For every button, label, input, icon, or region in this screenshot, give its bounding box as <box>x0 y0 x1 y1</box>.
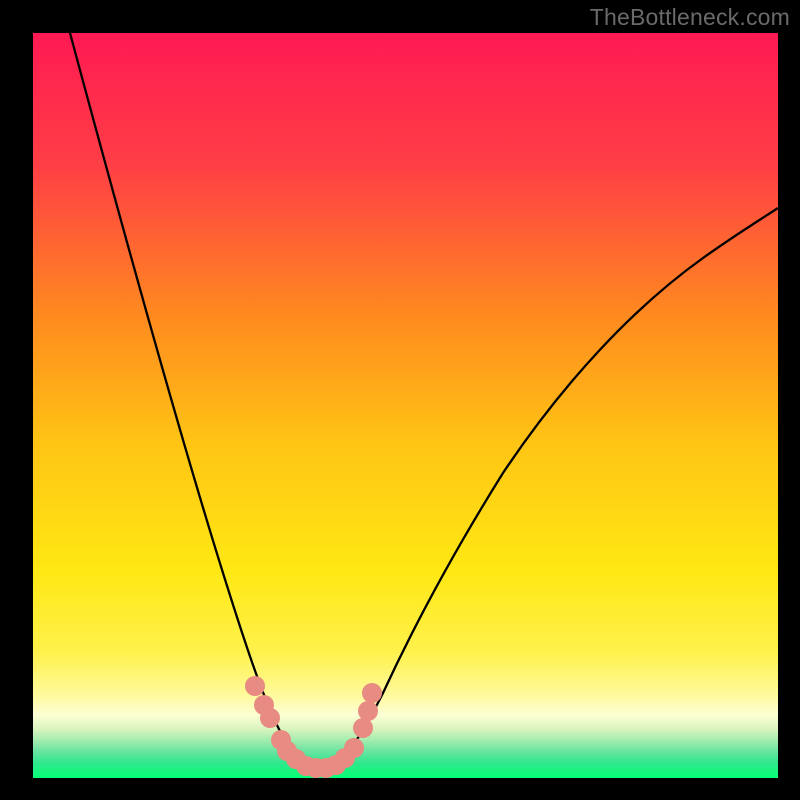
marker-dot <box>260 708 280 728</box>
marker-dot <box>358 701 378 721</box>
marker-dot <box>344 738 364 758</box>
left-branch-curve <box>70 33 307 768</box>
right-branch-curve <box>333 208 778 768</box>
valley-markers-group <box>245 676 382 778</box>
plot-frame <box>33 33 778 778</box>
chart-curves <box>33 33 778 778</box>
marker-dot <box>362 683 382 703</box>
marker-dot <box>245 676 265 696</box>
watermark-text: TheBottleneck.com <box>590 4 790 31</box>
marker-dot <box>353 718 373 738</box>
